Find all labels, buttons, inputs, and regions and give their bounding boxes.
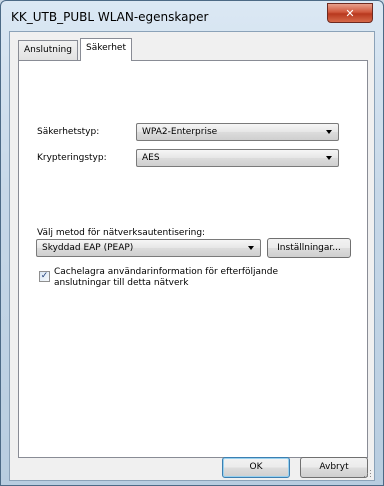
cancel-button-label: Avbryt: [319, 462, 349, 472]
title-bar[interactable]: KK_UTB_PUBL WLAN-egenskaper ✕: [1, 1, 383, 31]
window-title: KK_UTB_PUBL WLAN-egenskaper: [11, 10, 209, 24]
ok-button-label: OK: [249, 462, 263, 472]
ok-button[interactable]: OK: [222, 457, 290, 478]
auth-method-select[interactable]: Skyddad EAP (PEAP): [36, 239, 261, 257]
tab-sakerhet-label: Säkerhet: [86, 43, 126, 53]
cache-credentials-checkbox[interactable]: ✓: [39, 271, 50, 282]
auth-method-label: Välj metod för nätverksautentisering:: [37, 228, 206, 238]
security-type-select[interactable]: WPA2-Enterprise: [136, 123, 339, 141]
resize-grip-icon[interactable]: [364, 470, 372, 478]
cache-credentials-label-line2[interactable]: anslutningar till detta nätverk: [54, 278, 188, 288]
tab-sakerhet[interactable]: Säkerhet: [80, 38, 132, 61]
cancel-button[interactable]: Avbryt: [300, 457, 368, 478]
tab-anslutning[interactable]: Anslutning: [18, 40, 78, 60]
settings-button[interactable]: Inställningar...: [267, 238, 351, 258]
security-type-value: WPA2-Enterprise: [142, 127, 218, 137]
settings-button-label: Inställningar...: [277, 243, 341, 253]
chevron-down-icon: [248, 246, 254, 250]
encryption-type-value: AES: [142, 153, 160, 163]
close-button[interactable]: ✕: [327, 3, 373, 23]
dialog-window: KK_UTB_PUBL WLAN-egenskaper ✕ Anslutning…: [0, 0, 384, 486]
security-tab-panel: Säkerhetstyp: WPA2-Enterprise Kryptering…: [18, 60, 368, 458]
tab-anslutning-label: Anslutning: [24, 45, 72, 55]
encryption-type-label: Krypteringstyp:: [37, 153, 107, 163]
chevron-down-icon: [326, 156, 332, 160]
encryption-type-select[interactable]: AES: [136, 149, 339, 167]
close-icon: ✕: [345, 6, 355, 20]
auth-method-value: Skyddad EAP (PEAP): [42, 243, 134, 253]
dialog-client-area: Anslutning Säkerhet Säkerhetstyp: WPA2-E…: [9, 31, 375, 481]
security-type-label: Säkerhetstyp:: [37, 127, 100, 137]
cache-credentials-label-line1[interactable]: Cachelagra användarinformation för efter…: [54, 267, 278, 277]
checkmark-icon: ✓: [40, 271, 49, 281]
chevron-down-icon: [326, 130, 332, 134]
